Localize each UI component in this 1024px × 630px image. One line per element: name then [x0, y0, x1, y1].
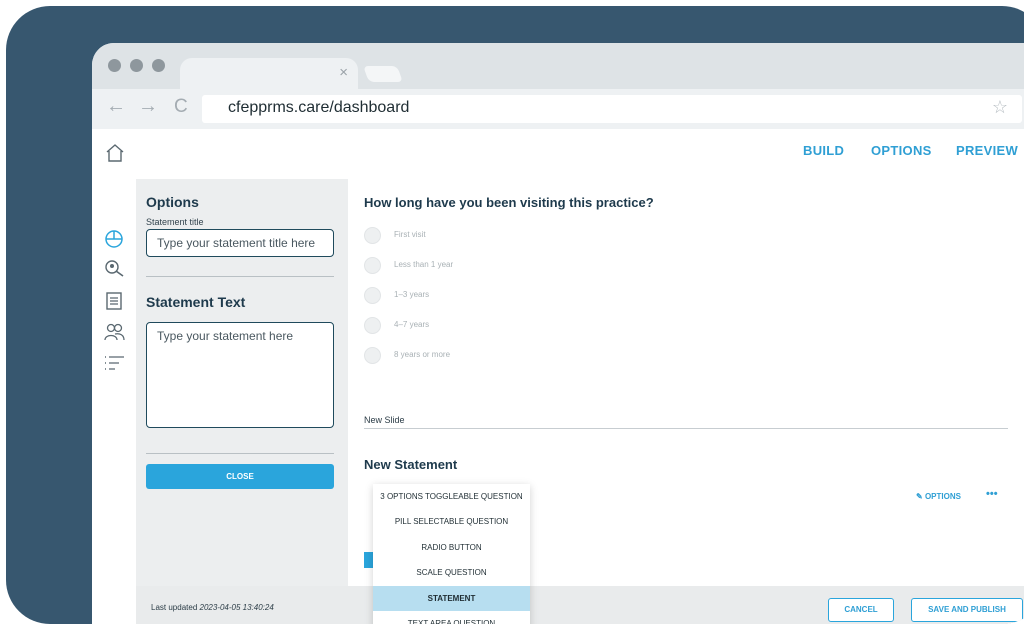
- window-maximize-dot[interactable]: [152, 59, 165, 72]
- panel-title: Options: [146, 194, 199, 210]
- statement-text-input[interactable]: Type your statement here: [146, 322, 334, 428]
- save-and-publish-button[interactable]: SAVE AND PUBLISH: [911, 598, 1023, 622]
- last-updated: Last updated 2023-04-05 13:40:24: [151, 603, 274, 612]
- document-icon[interactable]: [104, 291, 124, 311]
- window-minimize-dot[interactable]: [130, 59, 143, 72]
- radio-circle[interactable]: [364, 257, 381, 274]
- statement-title-label: Statement title: [146, 217, 204, 227]
- answer-option-label: First visit: [394, 230, 426, 239]
- answer-option-label: Less than 1 year: [394, 260, 454, 269]
- forward-icon[interactable]: →: [138, 95, 158, 118]
- slide-label: New Slide: [364, 415, 405, 425]
- question-title: How long have you been visiting this pra…: [364, 195, 654, 210]
- dropdown-item-selected[interactable]: STATEMENT: [373, 586, 530, 611]
- radio-circle[interactable]: [364, 287, 381, 304]
- answer-option-label: 8 years or more: [394, 350, 451, 359]
- statement-options-link[interactable]: ✎ OPTIONS: [916, 492, 961, 501]
- question-type-dropdown[interactable]: 3 OPTIONS TOGGLEABLE QUESTION PILL SELEC…: [373, 484, 530, 624]
- list-filter-icon[interactable]: [104, 354, 126, 372]
- close-button[interactable]: CLOSE: [146, 464, 334, 489]
- panel-divider: [146, 276, 334, 277]
- dropdown-item[interactable]: TEXT AREA QUESTION: [373, 611, 530, 624]
- address-bar: ← → C cfepprms.care/dashboard ☆: [92, 89, 1024, 129]
- pie-chart-icon[interactable]: [104, 229, 124, 249]
- statement-title: New Statement: [364, 457, 458, 472]
- url-field[interactable]: cfepprms.care/dashboard ☆: [202, 95, 1022, 123]
- radio-circle[interactable]: [364, 347, 381, 364]
- back-icon[interactable]: ←: [106, 95, 126, 118]
- answer-option-label: 4–7 years: [394, 320, 430, 329]
- tab-options[interactable]: OPTIONS: [871, 143, 932, 158]
- last-updated-value: 2023-04-05 13:40:24: [199, 603, 274, 612]
- tab-close-icon[interactable]: ×: [339, 64, 348, 81]
- bookmark-star-icon[interactable]: ☆: [992, 97, 1008, 118]
- pencil-icon: ✎: [916, 492, 925, 501]
- radio-circle[interactable]: [364, 227, 381, 244]
- users-icon[interactable]: [104, 322, 126, 342]
- options-panel: Options Statement title Type your statem…: [136, 179, 348, 589]
- slide-divider: [364, 428, 1008, 429]
- answer-option-label: 1–3 years: [394, 290, 430, 299]
- statement-options-label: OPTIONS: [924, 492, 961, 501]
- browser-window: × ← → C cfepprms.care/dashboard ☆ BUILD …: [92, 43, 1024, 624]
- browser-tab[interactable]: ×: [180, 58, 358, 89]
- tab-bar: ×: [92, 43, 1024, 89]
- app-content: BUILD OPTIONS PREVIEW Options Statement …: [92, 129, 1024, 624]
- search-user-icon[interactable]: [104, 259, 126, 279]
- statement-text-heading: Statement Text: [146, 294, 246, 310]
- dropdown-item[interactable]: SCALE QUESTION: [373, 560, 530, 585]
- home-icon[interactable]: [105, 143, 125, 163]
- cancel-button[interactable]: CANCEL: [828, 598, 894, 622]
- statement-title-input[interactable]: Type your statement title here: [146, 229, 334, 257]
- dropdown-item[interactable]: RADIO BUTTON: [373, 535, 530, 560]
- device-frame: × ← → C cfepprms.care/dashboard ☆ BUILD …: [6, 6, 1024, 624]
- radio-circle[interactable]: [364, 317, 381, 334]
- last-updated-label: Last updated: [151, 603, 198, 612]
- more-options-icon[interactable]: •••: [986, 488, 998, 500]
- new-tab-button[interactable]: [363, 66, 403, 82]
- url-text: cfepprms.care/dashboard: [228, 99, 410, 116]
- reload-icon[interactable]: C: [174, 96, 188, 118]
- window-close-dot[interactable]: [108, 59, 121, 72]
- tab-preview[interactable]: PREVIEW: [956, 143, 1018, 158]
- panel-divider: [146, 453, 334, 454]
- dropdown-item[interactable]: PILL SELECTABLE QUESTION: [373, 509, 530, 534]
- dropdown-item[interactable]: 3 OPTIONS TOGGLEABLE QUESTION: [373, 484, 530, 509]
- footer-bar: Last updated 2023-04-05 13:40:24 CANCEL …: [136, 586, 1024, 624]
- tab-build[interactable]: BUILD: [803, 143, 844, 158]
